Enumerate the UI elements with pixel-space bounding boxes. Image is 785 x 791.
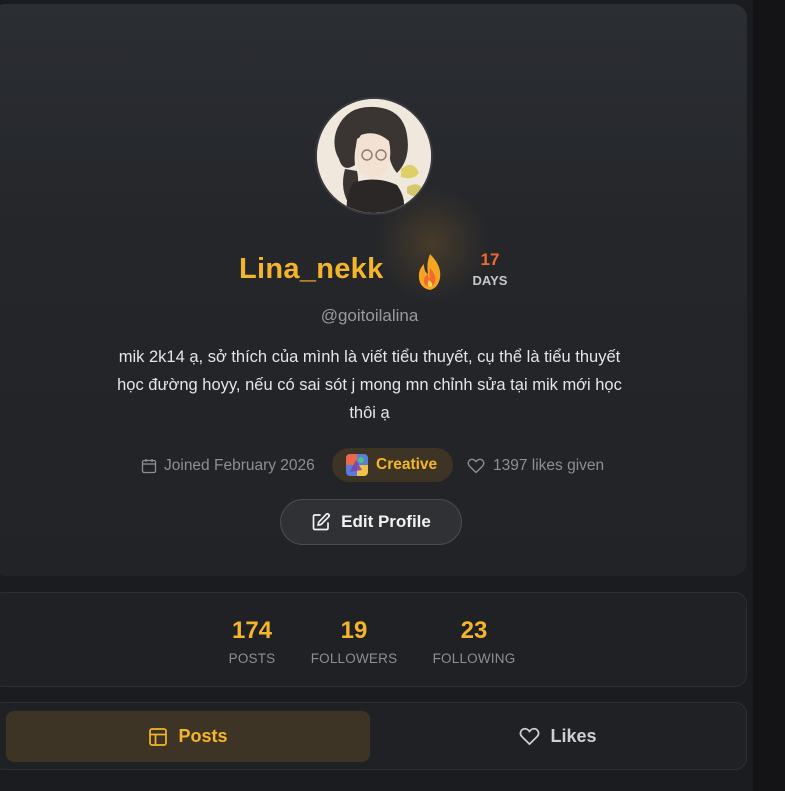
badge-label: Creative <box>376 456 438 473</box>
stat-value: 23 <box>460 617 488 644</box>
stat-value: 174 <box>231 617 273 644</box>
calendar-icon <box>141 459 157 474</box>
stat-followers[interactable]: 19 FOLLOWERS <box>309 617 399 666</box>
joined-date: Joined February 2026 <box>141 457 315 475</box>
username-handle: @goitoilalina <box>320 306 419 325</box>
palette-icon <box>346 454 368 476</box>
bio-text: mik 2k14 ạ, sở thích của mình là viết ti… <box>117 348 622 422</box>
layout-icon <box>149 727 168 746</box>
flame-icon <box>412 250 448 292</box>
stat-following[interactable]: 23 FOLLOWING <box>429 617 519 666</box>
likes-given-label: 1397 likes given <box>493 457 605 474</box>
streak-unit: DAYS <box>472 273 508 288</box>
edit-profile-label: Edit Profile <box>341 512 431 531</box>
joined-label: Joined February 2026 <box>164 457 315 474</box>
tab-likes-label: Likes <box>550 726 597 746</box>
edit-icon <box>312 512 331 531</box>
likes-given: 1397 likes given <box>467 457 604 475</box>
heart-icon <box>520 727 540 745</box>
avatar[interactable] <box>315 97 433 215</box>
edit-profile-button[interactable]: Edit Profile <box>280 499 462 545</box>
heart-icon <box>467 458 485 474</box>
avatar-image <box>317 99 431 213</box>
profile-tabs: Posts Likes <box>0 702 747 770</box>
stats-bar: 174 POSTS 19 FOLLOWERS 23 FOLLOWING <box>0 592 747 687</box>
tab-posts-label: Posts <box>178 726 228 746</box>
tab-likes[interactable]: Likes <box>376 711 740 762</box>
stat-label: FOLLOWERS <box>310 651 398 666</box>
tab-posts[interactable]: Posts <box>6 711 370 762</box>
name-row: Lina_nekk 17 DAYS <box>0 250 747 300</box>
profile-meta: Joined February 2026 Creative 1397 likes… <box>0 446 747 486</box>
creative-badge[interactable]: Creative <box>332 448 454 482</box>
stat-label: POSTS <box>228 651 276 666</box>
display-name: Lina_nekk <box>239 253 384 285</box>
stat-posts[interactable]: 174 POSTS <box>219 617 285 666</box>
window-edge <box>753 0 785 791</box>
stat-value: 19 <box>340 617 368 644</box>
streak-count: 17 <box>480 250 500 269</box>
stat-label: FOLLOWING <box>432 651 516 666</box>
profile-card: Lina_nekk 17 DAYS @goitoilalina mik 2k14… <box>0 4 747 576</box>
